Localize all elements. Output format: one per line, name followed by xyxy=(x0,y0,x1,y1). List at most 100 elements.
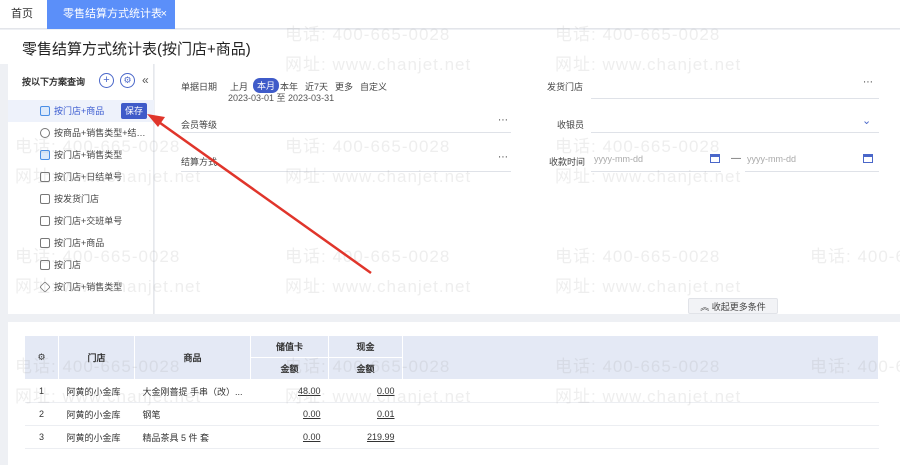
save-button[interactable]: 保存 xyxy=(121,103,148,119)
scheme-item-label: 按门店+销售类型 xyxy=(54,282,123,292)
add-scheme-button[interactable]: + xyxy=(99,73,114,88)
more-icon[interactable]: ⋯ xyxy=(498,115,508,126)
table-row[interactable]: 2 阿黄的小金库 钢笔 0.00 0.01 xyxy=(24,402,879,426)
gear-icon: ⚙ xyxy=(37,352,46,362)
clock-icon xyxy=(40,128,50,138)
scheme-item-label: 按门店+交班单号 xyxy=(54,216,123,226)
scheme-item[interactable]: 按发货门店 xyxy=(8,188,154,210)
scheme-item-label: 按门店+商品 xyxy=(54,106,105,116)
grid-icon xyxy=(40,150,50,160)
pay-time-start[interactable]: yyyy-mm-dd xyxy=(594,154,643,164)
row-filler xyxy=(402,402,879,426)
scheme-item-label: 按商品+销售类型+结… xyxy=(54,128,146,138)
settle-method-label: 结算方式 xyxy=(181,157,218,167)
col-cash[interactable]: 现金 xyxy=(328,335,404,358)
col-filler xyxy=(402,335,880,380)
date-range-text: 2023-03-01 至 2023-03-31 xyxy=(228,93,335,103)
row-product: 大金刚蔷提 手串（改）... xyxy=(134,379,251,403)
pay-time-start-line xyxy=(591,171,721,172)
col-product[interactable]: 商品 xyxy=(133,335,252,380)
bar-chart-icon xyxy=(40,216,50,226)
collapse-conditions-button[interactable]: ︽ 收起更多条件 xyxy=(688,298,778,314)
row-store: 阿黄的小金库 xyxy=(58,425,135,449)
scheme-item[interactable]: 按商品+销售类型+结… xyxy=(8,122,154,144)
col-card-amount[interactable]: 金额 xyxy=(250,357,330,380)
row-no: 1 xyxy=(24,379,59,403)
row-product: 钢笔 xyxy=(134,402,251,426)
scheme-panel: 按以下方案查询 + ⚙ « 按门店+商品 保存 按商品+销售类型+结… 按门店+… xyxy=(8,64,154,314)
row-card-amount[interactable]: 0.00 xyxy=(250,425,329,449)
row-cash-amount[interactable]: 219.99 xyxy=(328,425,403,449)
settle-method-field[interactable] xyxy=(181,171,511,172)
calendar-icon[interactable] xyxy=(710,154,720,163)
scheme-item-label: 按门店+日结单号 xyxy=(54,172,123,182)
chevron-up-icon: ︽ xyxy=(700,302,710,312)
member-level-field[interactable] xyxy=(181,132,511,133)
cashier-label: 收银员 xyxy=(557,120,585,130)
row-card-amount[interactable]: 48.00 xyxy=(250,379,329,403)
title-bar: 零售结算方式统计表(按门店+商品) xyxy=(0,30,900,64)
scheme-item[interactable]: 按门店+销售类型 xyxy=(8,144,154,166)
collapse-icon[interactable]: « xyxy=(142,73,149,87)
scheme-item[interactable]: 按门店+日结单号 xyxy=(8,166,154,188)
ship-store-field[interactable] xyxy=(591,98,879,99)
tab-home[interactable]: 首页 xyxy=(0,0,44,29)
tab-label: 零售结算方式统计表 xyxy=(63,8,162,20)
row-store: 阿黄的小金库 xyxy=(58,379,135,403)
table-row[interactable]: 1 阿黄的小金库 大金刚蔷提 手串（改）... 48.00 0.00 xyxy=(24,379,879,403)
cashier-select[interactable] xyxy=(591,132,879,133)
col-stored-card[interactable]: 储值卡 xyxy=(250,335,330,358)
scheme-item-label: 按发货门店 xyxy=(54,194,100,204)
scheme-item-label: 按门店+销售类型 xyxy=(54,150,123,160)
tab-bar: 首页 零售结算方式统计表 × xyxy=(0,0,900,29)
page-title: 零售结算方式统计表(按门店+商品) xyxy=(22,41,251,58)
row-no: 2 xyxy=(24,402,59,426)
row-no: 3 xyxy=(24,425,59,449)
period-custom[interactable]: 自定义 xyxy=(360,80,387,93)
scheme-settings-button[interactable]: ⚙ xyxy=(120,73,135,88)
scheme-item[interactable]: 按门店+商品 xyxy=(8,232,154,254)
scheme-item[interactable]: 按门店+交班单号 xyxy=(8,210,154,232)
plus-icon: + xyxy=(103,74,110,86)
table-icon xyxy=(40,172,50,182)
calendar-icon[interactable] xyxy=(863,154,873,163)
scheme-item[interactable]: 按门店 xyxy=(8,254,154,276)
row-filler xyxy=(402,425,879,449)
row-filler xyxy=(402,379,879,403)
line-chart-icon xyxy=(40,260,50,270)
data-grid: ⚙ 门店 商品 储值卡 现金 金额 金额 1 阿黄的小金库 大金刚蔷提 手串（改… xyxy=(8,322,900,465)
gear-icon: ⚙ xyxy=(123,75,132,85)
pay-time-label: 收款时间 xyxy=(549,157,586,167)
row-card-amount[interactable]: 0.00 xyxy=(250,402,329,426)
range-separator: — xyxy=(731,153,741,164)
scheme-item[interactable]: 按门店+商品 保存 xyxy=(8,100,154,122)
pay-time-end[interactable]: yyyy-mm-dd xyxy=(747,154,796,164)
scheme-item-label: 按门店 xyxy=(54,260,82,270)
table-icon xyxy=(40,238,50,248)
more-icon[interactable]: ⋯ xyxy=(863,77,873,88)
row-cash-amount[interactable]: 0.01 xyxy=(328,402,403,426)
more-icon[interactable]: ⋯ xyxy=(498,152,508,163)
grid-icon xyxy=(40,106,50,116)
scheme-item-label: 按门店+商品 xyxy=(54,238,105,248)
row-product: 精品茶具 5 件 套 xyxy=(134,425,251,449)
row-cash-amount[interactable]: 0.00 xyxy=(328,379,403,403)
cube-icon xyxy=(39,281,51,293)
scheme-item[interactable]: 按门店+销售类型 xyxy=(8,276,154,298)
scheme-heading: 按以下方案查询 xyxy=(22,77,86,87)
chevron-down-icon[interactable]: ⌄ xyxy=(862,114,871,127)
tab-retail-settlement[interactable]: 零售结算方式统计表 × xyxy=(47,0,175,29)
collapse-conditions-label: 收起更多条件 xyxy=(711,302,766,312)
filter-panel: 单据日期 上月 本月 本年 近7天 更多 自定义 2023-03-01 至 20… xyxy=(155,64,900,314)
column-settings[interactable]: ⚙ xyxy=(24,335,59,380)
col-store[interactable]: 门店 xyxy=(58,335,135,380)
ship-store-label: 发货门店 xyxy=(547,82,584,92)
table-row[interactable]: 3 阿黄的小金库 精品茶具 5 件 套 0.00 219.99 xyxy=(24,425,879,449)
row-store: 阿黄的小金库 xyxy=(58,402,135,426)
period-more[interactable]: 更多 xyxy=(335,80,353,93)
col-cash-amount[interactable]: 金额 xyxy=(328,357,404,380)
scheme-list: 按门店+商品 保存 按商品+销售类型+结… 按门店+销售类型 按门店+日结单号 … xyxy=(8,100,154,298)
store-icon xyxy=(40,194,50,204)
doc-date-label: 单据日期 xyxy=(181,82,218,92)
close-icon[interactable]: × xyxy=(161,0,167,29)
